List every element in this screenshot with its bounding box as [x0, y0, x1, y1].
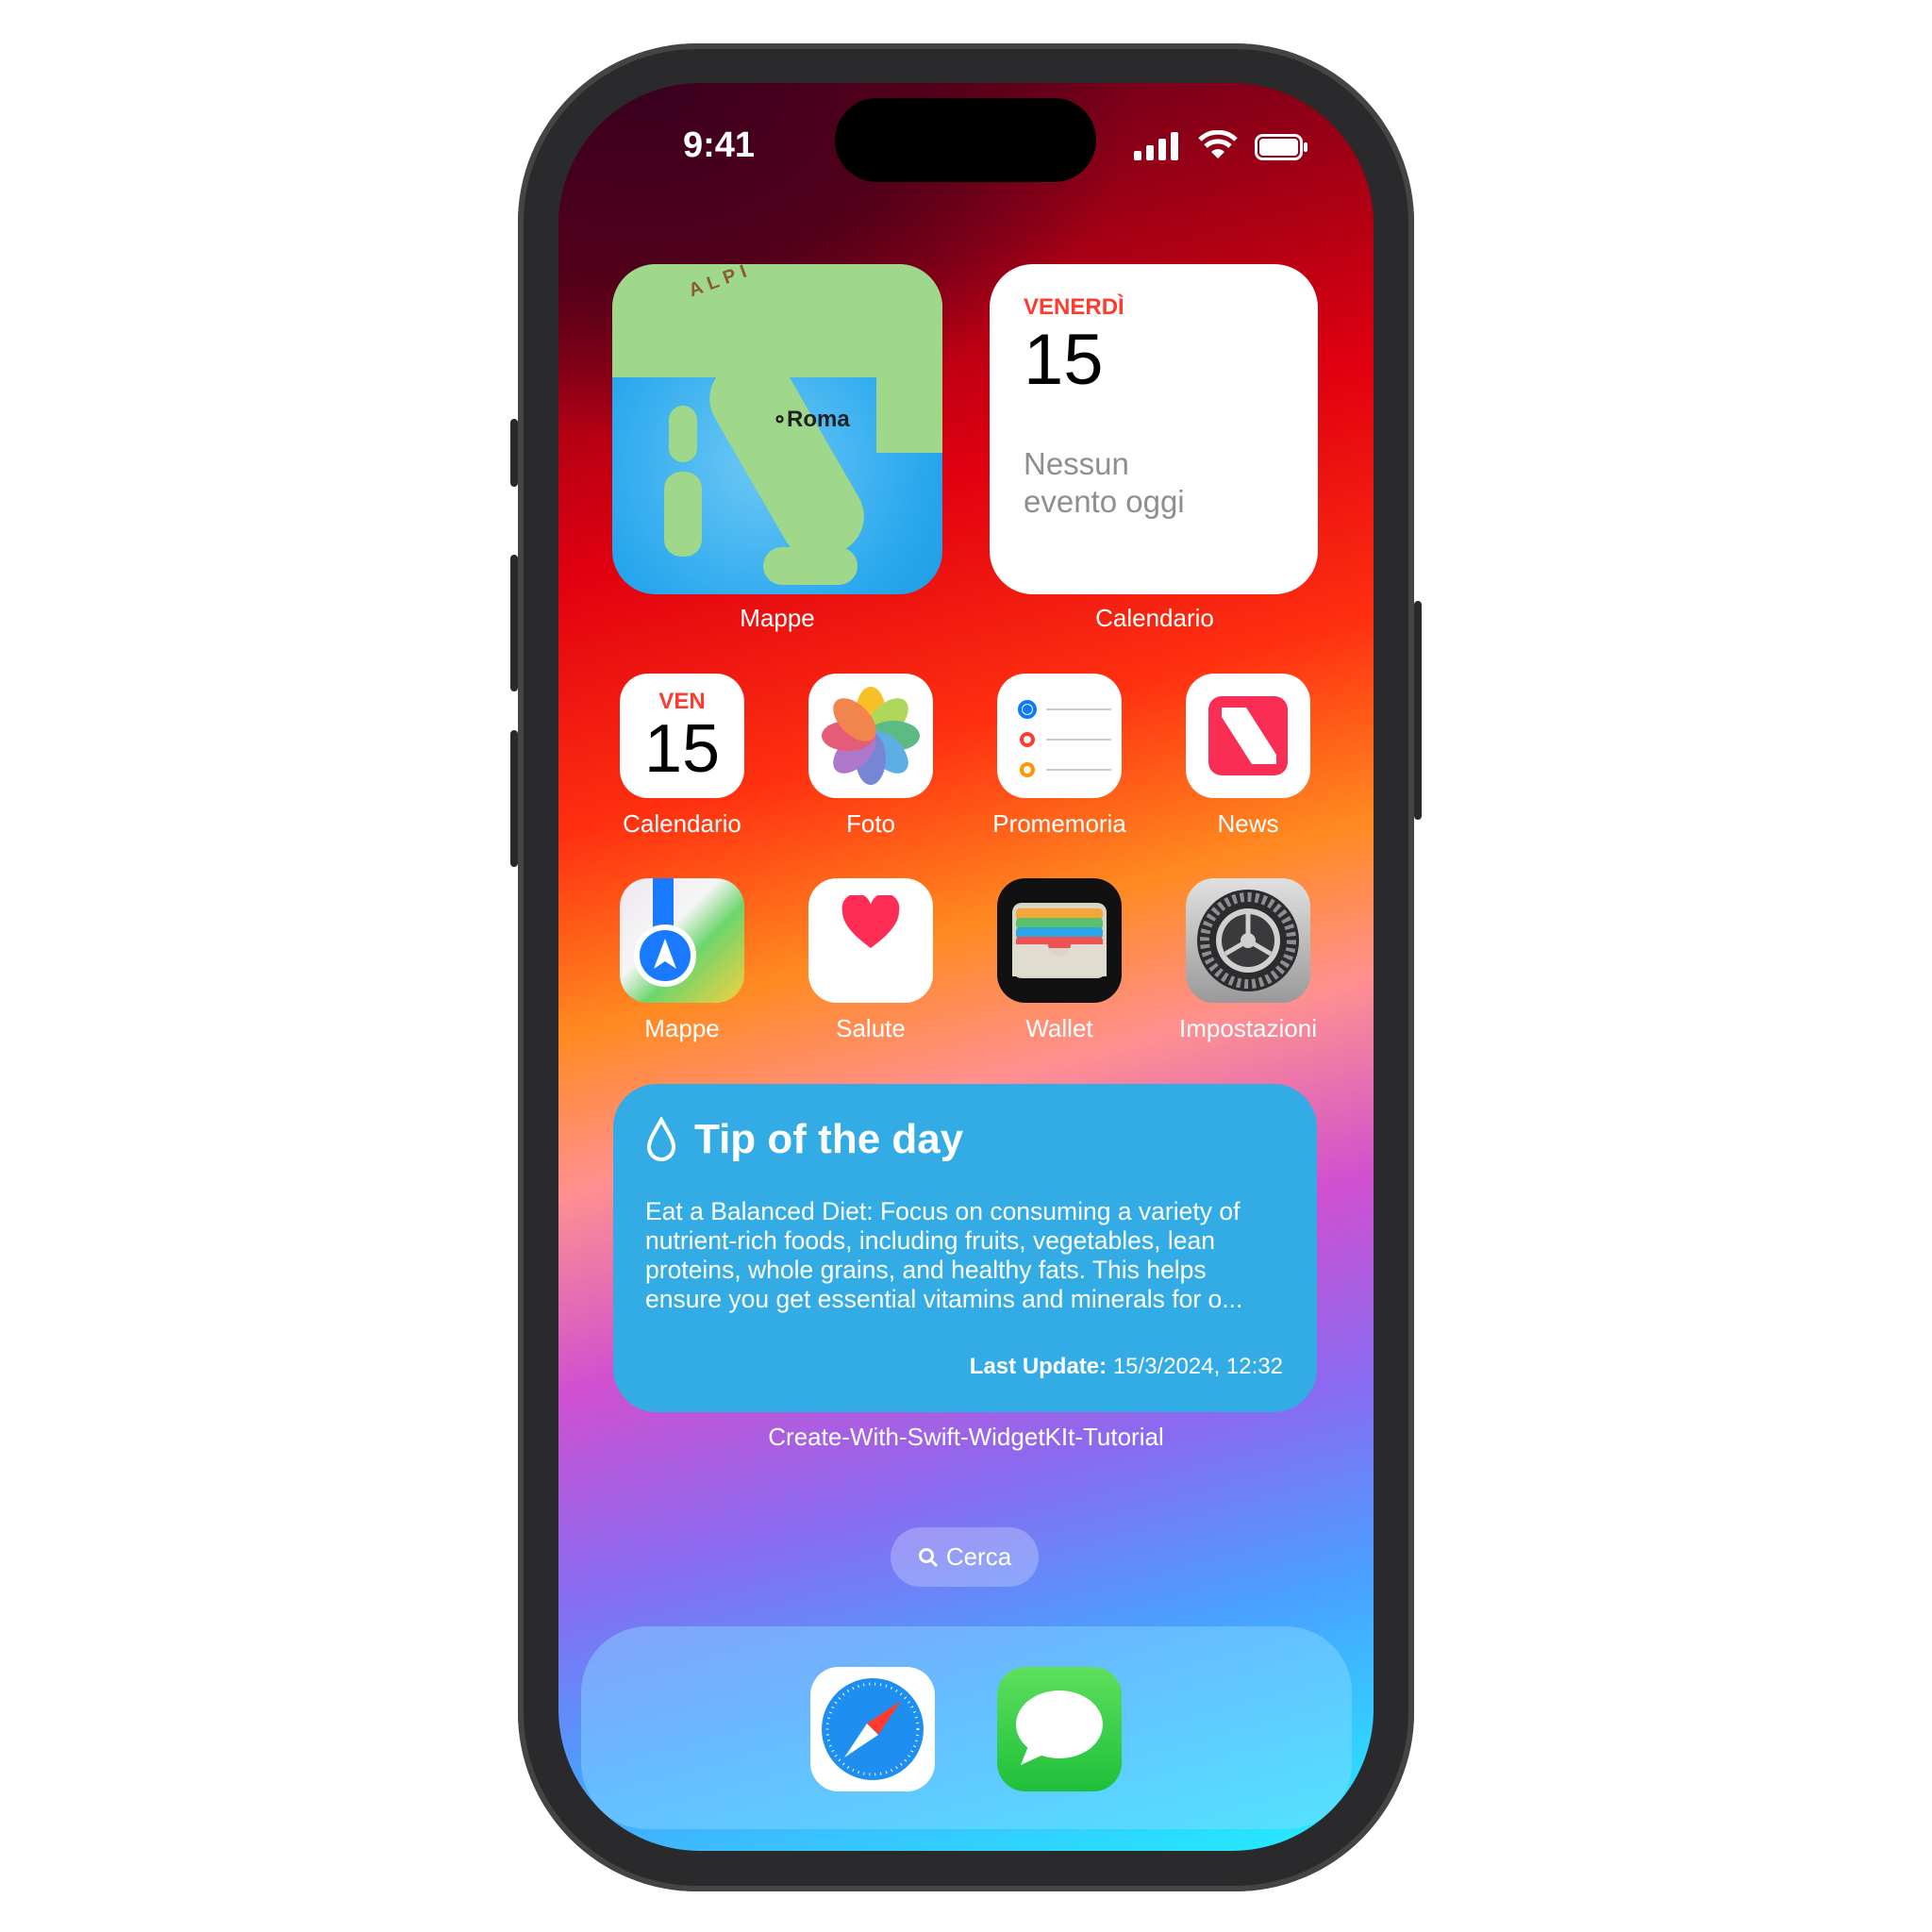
app-label-settings: Impostazioni [1179, 1014, 1317, 1042]
app-label-health: Salute [836, 1014, 906, 1042]
heart-icon [841, 895, 900, 948]
app-photos[interactable] [808, 674, 933, 798]
calendar-day: 15 [1024, 320, 1104, 400]
app-settings[interactable] [1186, 878, 1310, 1003]
search-icon [918, 1547, 938, 1567]
app-label-news: News [1217, 809, 1279, 838]
search-label: Cerca [945, 1542, 1012, 1571]
status-icons [1134, 130, 1307, 160]
status-time: 9:41 [682, 125, 756, 165]
app-label-maps: Mappe [644, 1014, 720, 1042]
home-screen: 9:41 ∘Roma ALPI Mappe VENERDÌ 15 Nessun … [558, 83, 1374, 1851]
tip-update-label: Last Update: [969, 1354, 1108, 1379]
safari-icon [822, 1678, 924, 1780]
tip-title: Tip of the day [694, 1116, 964, 1162]
battery-icon [1255, 134, 1307, 160]
wifi-icon [1198, 130, 1238, 158]
action-button [510, 419, 518, 487]
calendar-no-events: Nessun evento oggi [1024, 446, 1185, 519]
dock-app-messages[interactable] [997, 1667, 1122, 1791]
wallet-icon [1012, 903, 1107, 978]
news-icon [1208, 696, 1288, 775]
app-label-reminders: Promemoria [992, 809, 1126, 838]
tip-last-update: Last Update: 15/3/2024, 12:32 [970, 1354, 1283, 1380]
volume-down-button [510, 730, 518, 867]
app-label-wallet: Wallet [1025, 1014, 1093, 1042]
tip-update-value: 15/3/2024, 12:32 [1112, 1354, 1283, 1379]
tip-widget-label: Create-With-Swift-WidgetKIt-Tutorial [768, 1423, 1164, 1451]
volume-up-button [510, 555, 518, 691]
dock-app-safari[interactable] [810, 1667, 935, 1791]
calendar-weekday: VENERDÌ [1024, 294, 1124, 320]
reminders-icon [1018, 700, 1111, 777]
photos-icon [822, 687, 920, 785]
side-button [1414, 601, 1422, 820]
tip-body: Eat a Balanced Diet: Focus on consuming … [645, 1197, 1243, 1313]
app-health[interactable] [808, 878, 933, 1003]
gear-icon [1197, 890, 1299, 991]
maps-widget[interactable]: ∘Roma ALPI [612, 264, 942, 594]
app-reminders[interactable] [997, 674, 1122, 798]
maps-widget-label: Mappe [740, 604, 815, 632]
water-drop-icon [646, 1117, 676, 1161]
app-label-calendar: Calendario [623, 809, 741, 838]
app-maps[interactable] [620, 878, 744, 1003]
calendar-widget[interactable]: VENERDÌ 15 Nessun evento oggi [990, 264, 1318, 594]
app-label-photos: Foto [845, 809, 896, 838]
search-button[interactable]: Cerca [891, 1527, 1039, 1587]
app-wallet[interactable] [997, 878, 1122, 1003]
calendar-icon-day: 15 [643, 711, 721, 787]
dynamic-island [835, 98, 1096, 182]
messages-icon [1016, 1690, 1103, 1765]
calendar-widget-label: Calendario [1095, 604, 1214, 632]
map-city-label: ∘Roma [773, 407, 850, 432]
tip-of-the-day-widget[interactable]: Tip of the day Eat a Balanced Diet: Focu… [613, 1084, 1317, 1412]
maps-icon [634, 924, 696, 987]
app-news[interactable] [1186, 674, 1310, 798]
tip-title-row: Tip of the day [645, 1116, 1285, 1163]
app-calendar[interactable]: VEN 15 [620, 674, 744, 798]
signal-icon [1134, 132, 1178, 160]
dock [581, 1626, 1352, 1829]
